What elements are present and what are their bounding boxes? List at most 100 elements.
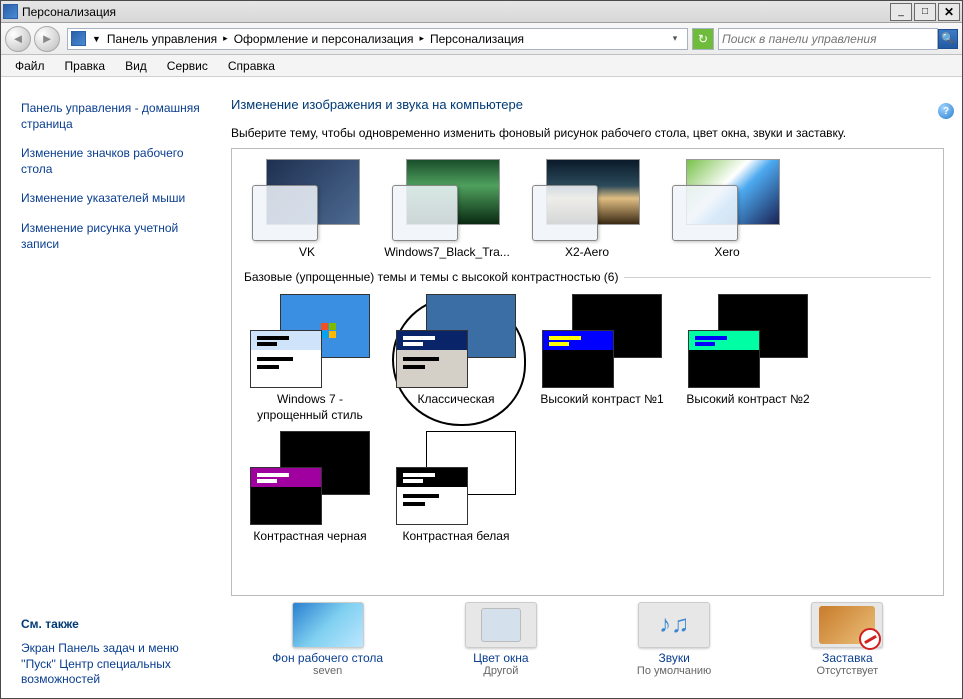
chevron-right-icon[interactable]: ▸ [220, 33, 231, 44]
theme-window-preview [250, 467, 322, 525]
theme-label: VK [299, 245, 315, 260]
see-also-title: См. также [21, 617, 207, 631]
theme-label: Контрастная белая [403, 529, 510, 544]
theme-window-preview [396, 467, 468, 525]
theme-item[interactable]: X2-Aero [524, 159, 650, 260]
screensaver-icon [811, 602, 883, 648]
menubar: Файл Правка Вид Сервис Справка [1, 55, 962, 77]
footer-sub: Отсутствует [817, 665, 879, 677]
menu-view[interactable]: Вид [115, 57, 157, 75]
divider [624, 277, 931, 278]
refresh-button[interactable]: ↻ [692, 28, 714, 50]
chevron-down-icon[interactable]: ▼ [89, 34, 104, 44]
theme-window-preview [252, 185, 318, 241]
theme-item[interactable]: Контрастная черная [244, 431, 376, 544]
minimize-button[interactable]: _ [890, 3, 912, 21]
theme-label: Контрастная черная [253, 529, 366, 544]
theme-thumb [396, 294, 516, 388]
theme-thumb [392, 159, 502, 241]
theme-thumb [542, 294, 662, 388]
theme-item[interactable]: Windows 7 - упрощенный стиль [244, 294, 376, 423]
breadcrumb[interactable]: ▼ Панель управления ▸ Оформление и персо… [67, 28, 688, 50]
theme-item[interactable]: Классическая [390, 294, 522, 423]
wallpaper-icon [292, 602, 364, 648]
sidebar-link-home[interactable]: Панель управления - домашняя страница [21, 101, 207, 132]
breadcrumb-item-2[interactable]: Персонализация [427, 32, 527, 46]
menu-file[interactable]: Файл [5, 57, 55, 75]
see-also-screen[interactable]: Экран [21, 641, 55, 655]
footer-item-sounds[interactable]: ♪♫ Звуки По умолчанию [604, 602, 744, 688]
theme-row: Контрастная черная Контрастная белая [242, 427, 933, 548]
theme-item[interactable]: Высокий контраст №2 [682, 294, 814, 423]
footer-label: Звуки [658, 651, 689, 665]
footer-label: Фон рабочего стола [272, 651, 383, 665]
theme-item[interactable]: Контрастная белая [390, 431, 522, 544]
theme-item[interactable]: VK [244, 159, 370, 260]
theme-label: X2-Aero [565, 245, 609, 260]
menu-help[interactable]: Справка [218, 57, 285, 75]
theme-thumb [250, 294, 370, 388]
theme-thumb [672, 159, 782, 241]
main-content: Изменение изображения и звука на компьют… [221, 77, 962, 698]
theme-window-preview [688, 330, 760, 388]
forward-button[interactable]: ► [34, 26, 60, 52]
footer-sub: Другой [483, 665, 518, 677]
theme-item[interactable]: Windows7_Black_Tra... [384, 159, 510, 260]
body: ? Панель управления - домашняя страница … [1, 77, 962, 698]
theme-window-preview [542, 330, 614, 388]
theme-label: Windows7_Black_Tra... [384, 245, 510, 260]
sounds-icon: ♪♫ [638, 602, 710, 648]
theme-label: Xero [714, 245, 739, 260]
window-titlebar-preview [251, 468, 321, 487]
titlebar: Персонализация _ □ ✕ [1, 1, 962, 23]
sidebar: Панель управления - домашняя страница Из… [1, 77, 221, 698]
theme-item[interactable]: Xero [664, 159, 790, 260]
themes-pane: VK Windows7_Black_Tra... X2-Aero Xero Ба… [231, 148, 944, 596]
close-button[interactable]: ✕ [938, 3, 960, 21]
theme-label: Высокий контраст №1 [540, 392, 663, 407]
menu-tools[interactable]: Сервис [157, 57, 218, 75]
search-box[interactable] [718, 28, 938, 50]
footer-item-window-color[interactable]: Цвет окна Другой [431, 602, 571, 688]
chevron-right-icon[interactable]: ▸ [416, 33, 427, 44]
theme-item[interactable]: Высокий контраст №1 [536, 294, 668, 423]
windows-logo-icon [321, 319, 336, 338]
breadcrumb-dropdown-icon[interactable]: ▾ [666, 29, 684, 49]
window-titlebar-preview [397, 331, 467, 350]
app-icon [3, 4, 18, 19]
search-button[interactable]: 🔍 [938, 29, 958, 49]
breadcrumb-item-0[interactable]: Панель управления [104, 32, 220, 46]
theme-window-preview [250, 330, 322, 388]
footer-label: Заставка [822, 651, 873, 665]
back-button[interactable]: ◄ [5, 26, 31, 52]
group-basic-text: Базовые (упрощенные) темы и темы с высок… [244, 270, 618, 284]
window-titlebar-preview [251, 331, 321, 350]
window-color-icon [465, 602, 537, 648]
sidebar-link-pointers[interactable]: Изменение указателей мыши [21, 191, 207, 207]
theme-thumb [688, 294, 808, 388]
sidebar-link-icons[interactable]: Изменение значков рабочего стола [21, 146, 207, 177]
footer-item-screensaver[interactable]: Заставка Отсутствует [777, 602, 917, 688]
theme-thumb [252, 159, 362, 241]
menu-edit[interactable]: Правка [55, 57, 116, 75]
footer-sub: По умолчанию [637, 665, 711, 677]
theme-thumb [250, 431, 370, 525]
footer-strip: Фон рабочего стола seven Цвет окна Друго… [231, 596, 944, 692]
search-input[interactable] [722, 32, 934, 46]
window-titlebar-preview [689, 331, 759, 350]
breadcrumb-item-1[interactable]: Оформление и персонализация [231, 32, 417, 46]
theme-window-preview [532, 185, 598, 241]
window-titlebar-preview [397, 468, 467, 487]
page-heading: Изменение изображения и звука на компьют… [231, 97, 944, 112]
theme-label: Высокий контраст №2 [686, 392, 809, 407]
maximize-button[interactable]: □ [914, 3, 936, 21]
footer-item-wallpaper[interactable]: Фон рабочего стола seven [258, 602, 398, 688]
sidebar-link-account[interactable]: Изменение рисунка учетной записи [21, 221, 207, 252]
theme-label: Классическая [418, 392, 495, 407]
theme-row-installed: VK Windows7_Black_Tra... X2-Aero Xero [242, 155, 933, 264]
theme-rows-basic: Windows 7 - упрощенный стиль Классическа… [242, 290, 933, 548]
personalization-window: Персонализация _ □ ✕ ◄ ► ▼ Панель управл… [0, 0, 963, 699]
footer-sub: seven [313, 665, 342, 677]
theme-row: Windows 7 - упрощенный стиль Классическа… [242, 290, 933, 427]
window-title: Персонализация [22, 5, 888, 19]
